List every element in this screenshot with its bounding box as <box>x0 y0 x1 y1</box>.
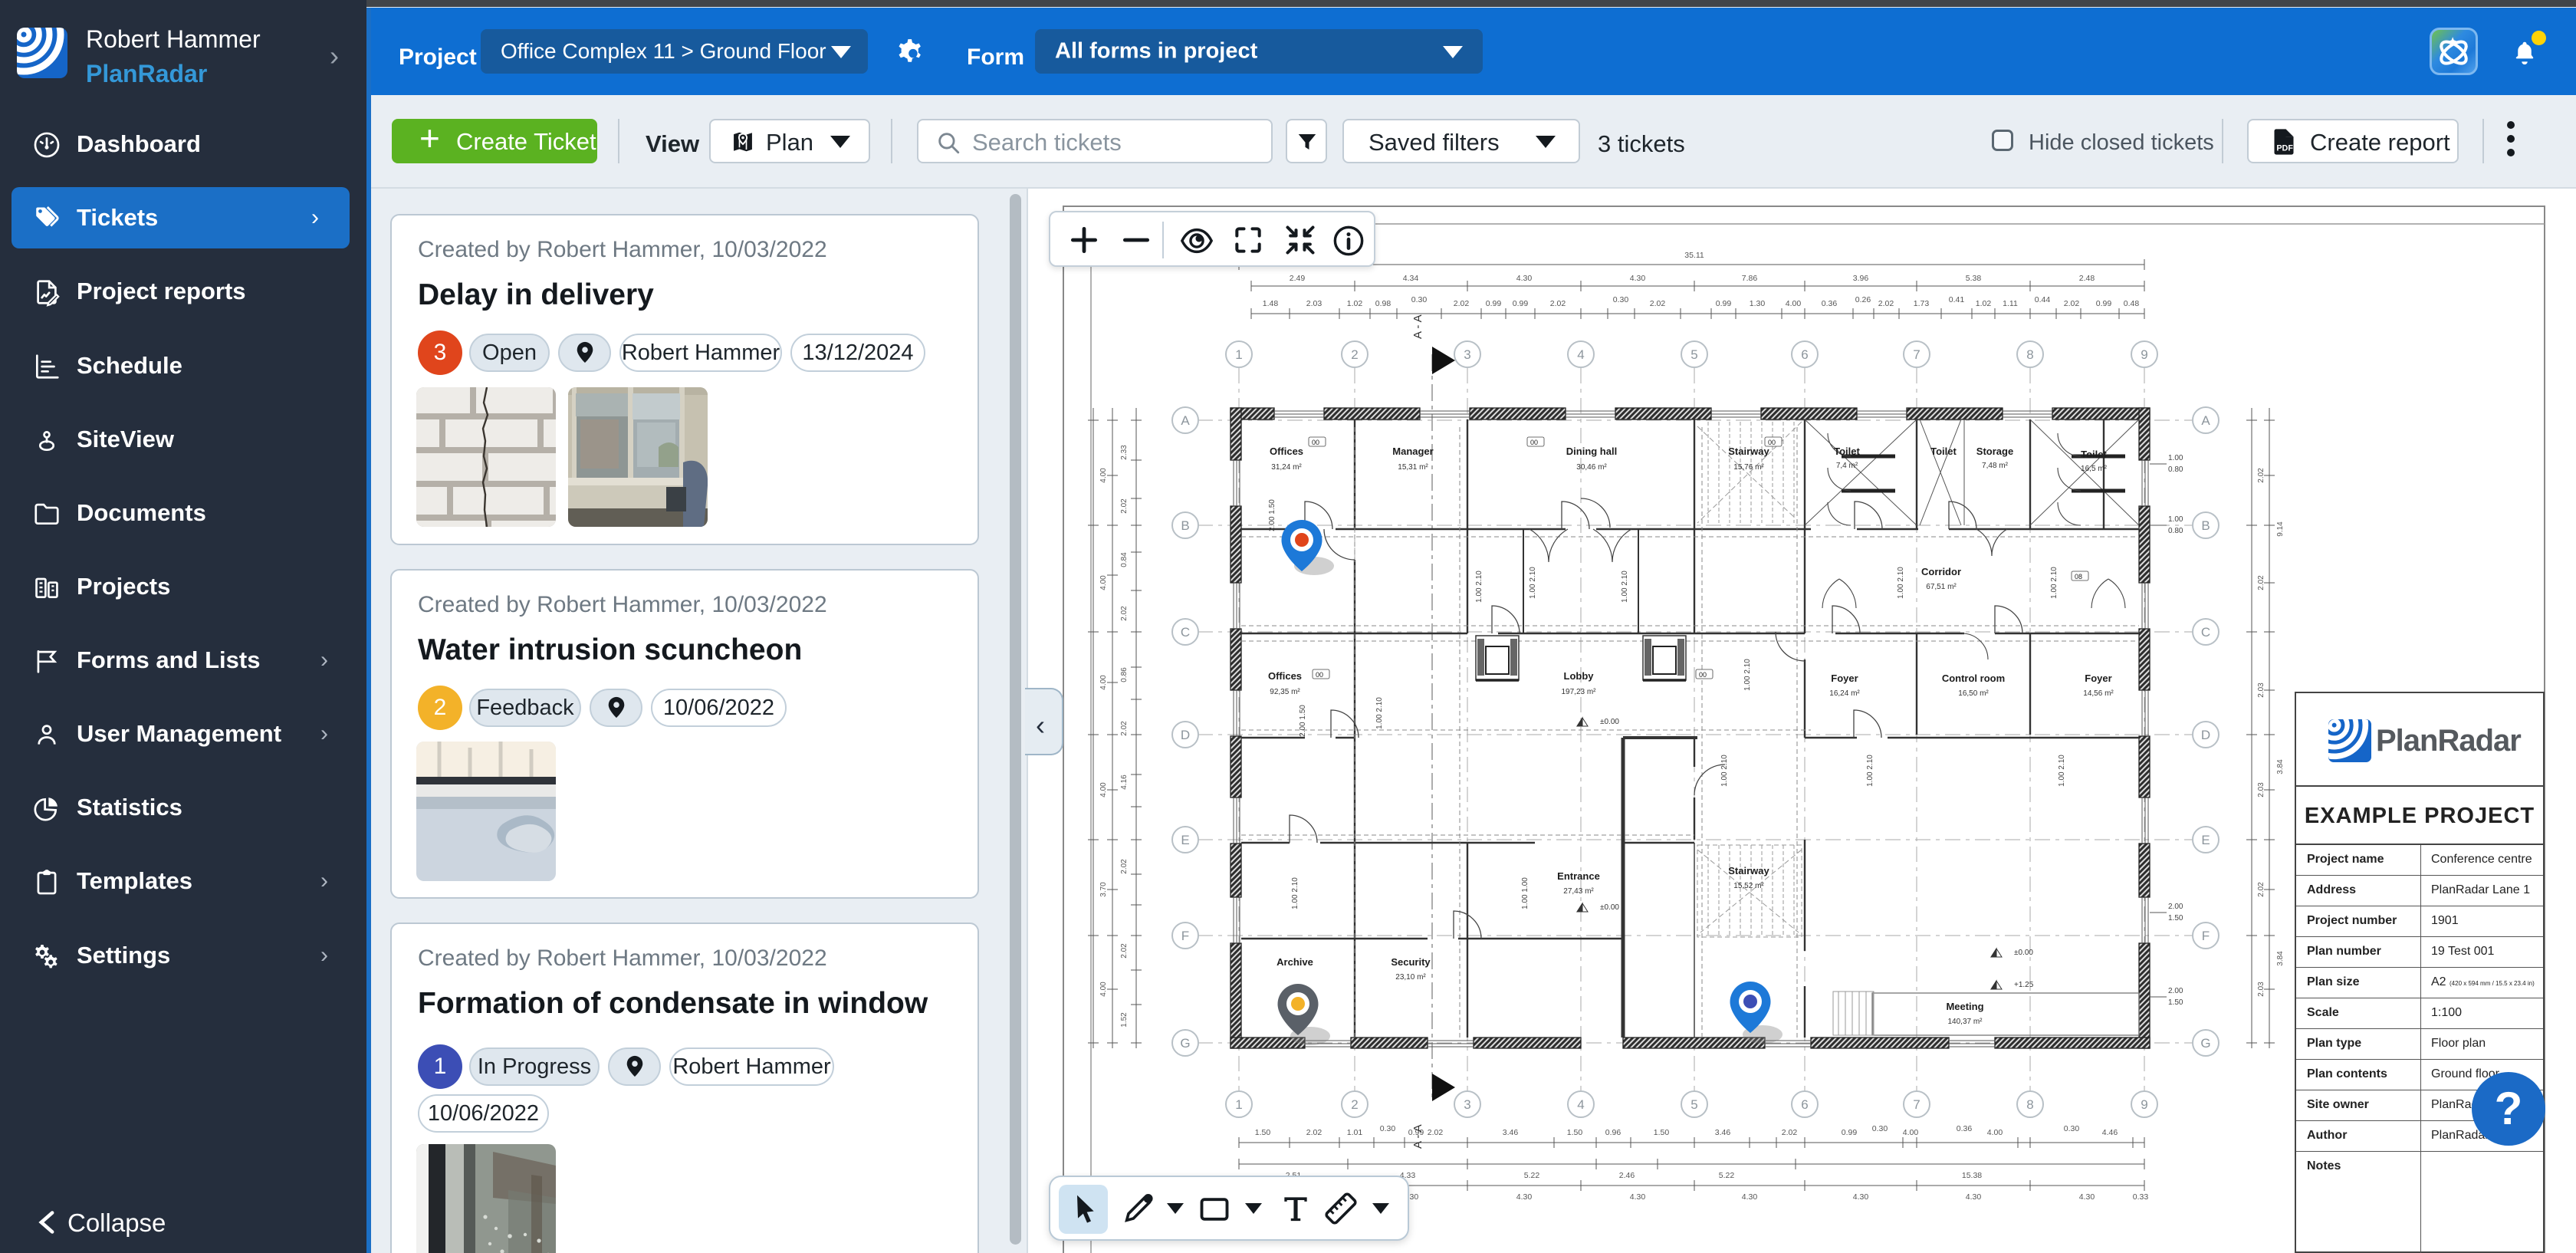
svg-text:PDF: PDF <box>2276 144 2293 153</box>
